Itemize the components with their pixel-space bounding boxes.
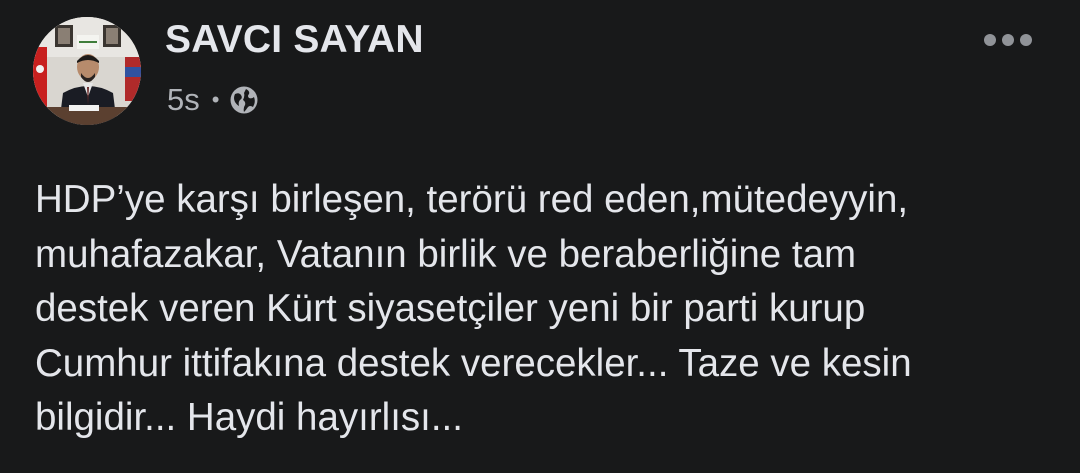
author-name[interactable]: SAVCI SAYAN	[165, 18, 424, 62]
globe-icon[interactable]	[229, 85, 259, 115]
more-dot	[1020, 34, 1032, 46]
more-dot	[1002, 34, 1014, 46]
post-card: SAVCI SAYAN 5s • HDP’ye karşı birleşen, …	[0, 0, 1080, 473]
avatar[interactable]	[33, 17, 141, 125]
more-dot	[984, 34, 996, 46]
more-options-icon[interactable]	[984, 30, 1032, 50]
post-body-text: HDP’ye karşı birleşen, terörü red eden,m…	[35, 178, 912, 439]
meta-separator: •	[211, 87, 220, 112]
post-meta: 5s •	[167, 80, 259, 120]
avatar-image	[33, 17, 141, 125]
post-timestamp[interactable]: 5s	[167, 82, 200, 118]
